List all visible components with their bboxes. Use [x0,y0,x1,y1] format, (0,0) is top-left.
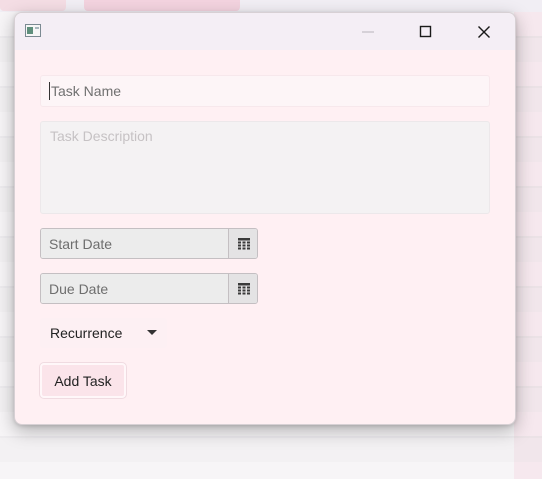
recurrence-selected-value: Recurrence [50,325,123,341]
due-date-calendar-button[interactable] [228,274,257,303]
text-cursor [49,82,50,100]
close-icon [478,25,490,38]
calendar-icon [237,237,250,249]
dialog-content: Recurrence Add Task [15,50,515,424]
start-date-picker[interactable] [40,228,258,259]
app-icon [25,24,41,37]
start-date-input[interactable] [41,229,228,258]
due-date-input[interactable] [41,274,228,303]
task-name-input[interactable] [40,75,490,107]
maximize-button[interactable] [403,13,449,50]
background-tab[interactable] [0,0,66,11]
add-task-button[interactable]: Add Task [40,363,126,398]
chevron-down-icon [147,330,157,335]
minimize-button[interactable] [345,13,391,50]
due-date-picker[interactable] [40,273,258,304]
recurrence-dropdown[interactable]: Recurrence [40,318,167,348]
title-bar[interactable] [15,13,515,50]
maximize-icon [419,25,432,37]
add-task-dialog: Recurrence Add Task [14,12,516,425]
background-table-column [514,12,542,479]
task-description-input[interactable] [40,121,490,214]
background-tab[interactable] [84,0,240,11]
minimize-icon [362,31,374,32]
close-button[interactable] [461,13,507,50]
background-tab-bar [0,0,542,12]
start-date-calendar-button[interactable] [228,229,257,258]
calendar-icon [237,282,250,294]
